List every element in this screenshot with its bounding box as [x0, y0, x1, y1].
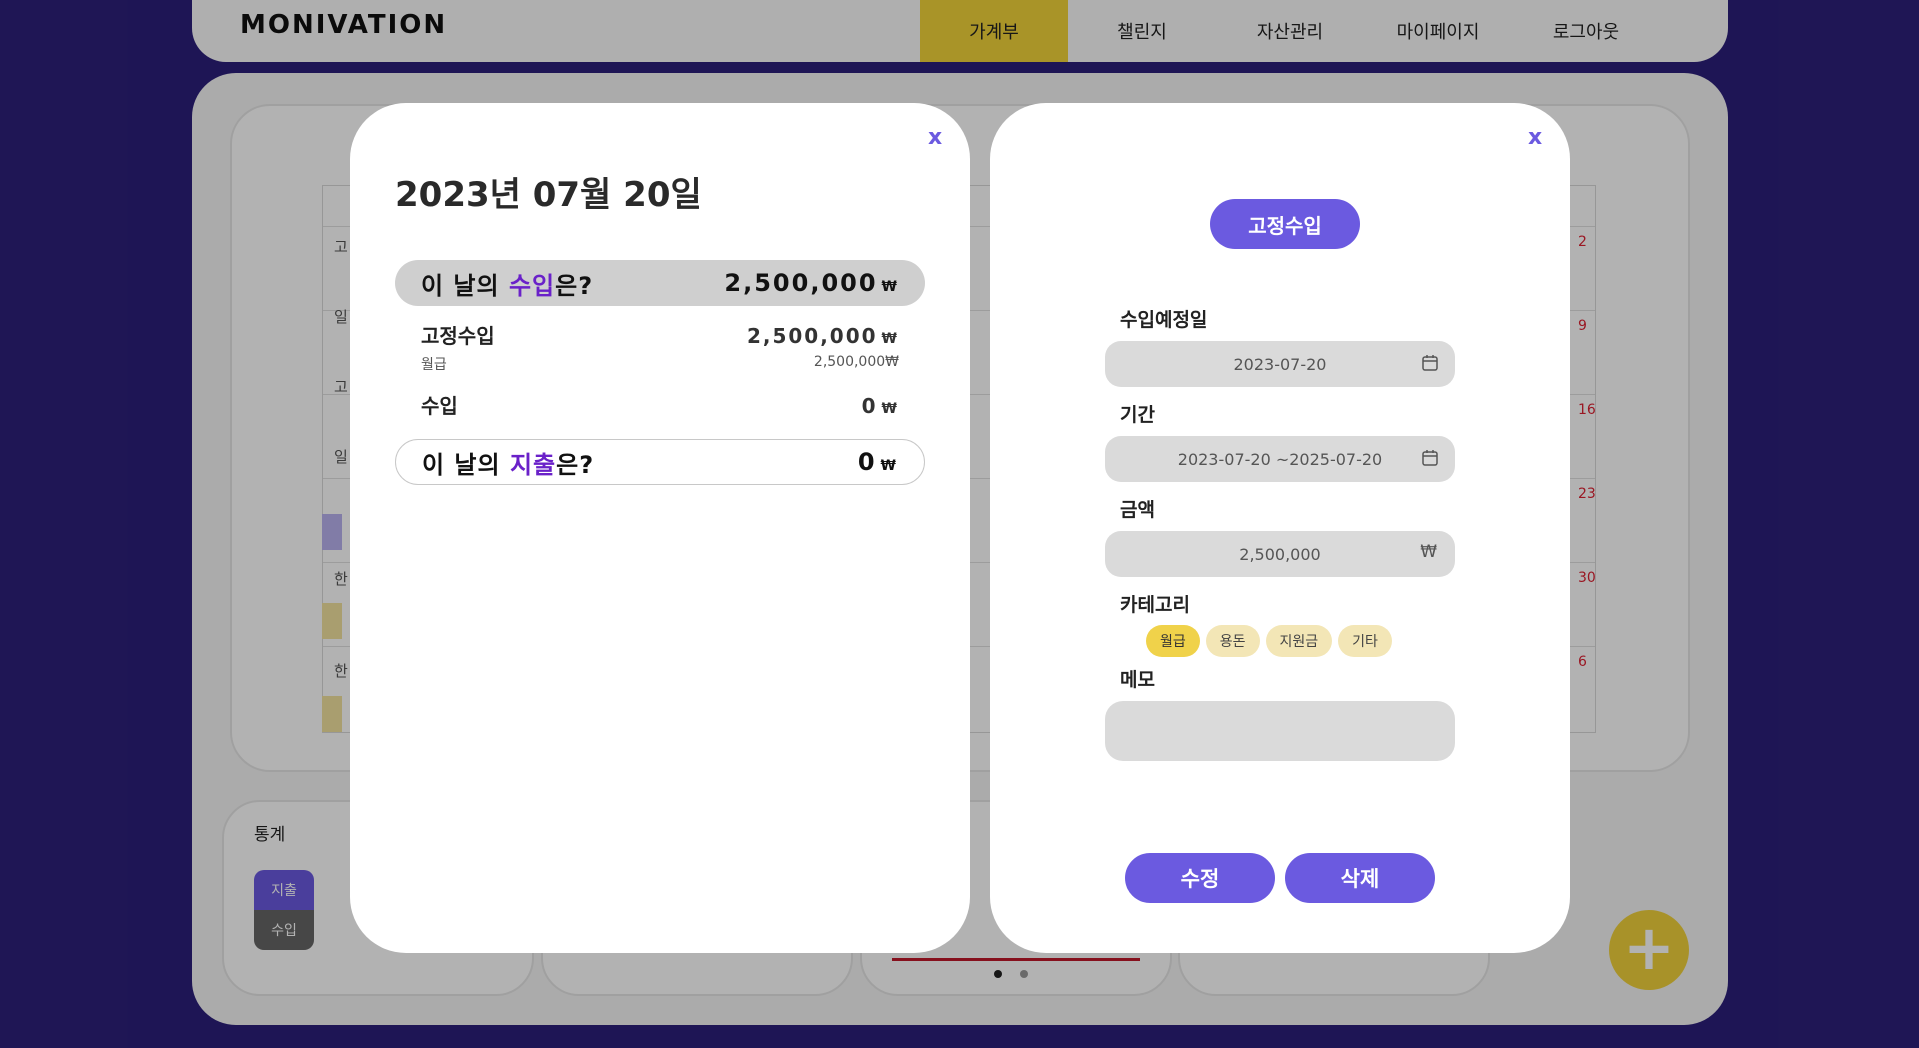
income-amount-value: 0: [861, 394, 878, 418]
day-summary-modal: x 2023년 07월 20일 이 날의 수입은? 2,500,000 ₩ 고정수…: [350, 103, 970, 953]
expense-question-highlight: 지출: [509, 450, 557, 479]
calendar-icon[interactable]: [1421, 449, 1439, 467]
edit-button[interactable]: 수정: [1125, 853, 1275, 903]
expense-question: 이 날의 지출은?: [422, 445, 594, 480]
won-sign: ₩: [881, 401, 899, 417]
income-amount: 0 ₩: [862, 394, 899, 418]
entry-type-badge: 고정수입: [1210, 199, 1360, 249]
amount-label: 금액: [1120, 499, 1155, 521]
income-question-suffix: 은?: [555, 271, 594, 300]
won-sign: ₩: [880, 458, 898, 474]
expense-summary-row: 이 날의 지출은? 0 ₩: [395, 439, 925, 485]
period-label: 기간: [1120, 404, 1155, 426]
amount-value: 2,500,000: [1239, 544, 1321, 564]
expense-question-prefix: 이 날의: [422, 450, 510, 479]
category-chip-salary[interactable]: 월급: [1146, 625, 1200, 657]
memo-field[interactable]: [1105, 701, 1455, 761]
amount-field[interactable]: 2,500,000 ₩: [1105, 531, 1455, 577]
fixed-income-amount: 2,500,000 ₩: [747, 324, 899, 348]
won-icon: ₩: [1420, 542, 1437, 562]
close-icon[interactable]: x: [928, 125, 942, 150]
income-question-prefix: 이 날의: [421, 271, 509, 300]
close-icon[interactable]: x: [1528, 125, 1542, 150]
delete-button[interactable]: 삭제: [1285, 853, 1435, 903]
income-question: 이 날의 수입은?: [421, 266, 593, 301]
selected-date-title: 2023년 07월 20일: [395, 175, 702, 215]
period-value: 2023-07-20 ~2025-07-20: [1177, 449, 1383, 469]
period-field[interactable]: 2023-07-20 ~2025-07-20: [1105, 436, 1455, 482]
income-row: 수입 0 ₩: [421, 390, 899, 419]
expense-question-suffix: 은?: [556, 450, 595, 479]
category-chip-subsidy[interactable]: 지원금: [1265, 625, 1333, 657]
category-label: 카테고리: [1120, 594, 1190, 616]
scheduled-date-value: 2023-07-20: [1233, 354, 1327, 374]
fixed-income-amount-value: 2,500,000: [746, 324, 878, 348]
won-sign: ₩: [881, 331, 899, 347]
category-chip-other[interactable]: 기타: [1338, 625, 1392, 657]
expense-total-value: 0: [857, 448, 877, 476]
income-question-highlight: 수입: [508, 271, 556, 300]
scheduled-date-label: 수입예정일: [1120, 309, 1208, 331]
edit-income-modal: x 고정수입 수입예정일 2023-07-20 기간 2023-07-20 ~2…: [990, 103, 1570, 953]
expense-total: 0 ₩: [858, 448, 898, 476]
fixed-income-item-amount: 2,500,000₩: [813, 354, 899, 370]
category-chips: 월급 용돈 지원금 기타: [1146, 625, 1392, 657]
won-sign: ₩: [881, 279, 899, 295]
fixed-income-row[interactable]: 고정수입 2,500,000 ₩: [421, 320, 899, 349]
income-summary-row: 이 날의 수입은? 2,500,000 ₩: [395, 260, 925, 306]
fixed-income-item[interactable]: 월급 2,500,000₩: [421, 354, 899, 374]
category-chip-allowance[interactable]: 용돈: [1205, 625, 1260, 657]
memo-label: 메모: [1120, 669, 1155, 691]
calendar-icon[interactable]: [1421, 354, 1439, 372]
fixed-income-label: 고정수입: [421, 324, 495, 348]
income-label: 수입: [421, 394, 458, 418]
income-total: 2,500,000 ₩: [724, 269, 899, 297]
scheduled-date-field[interactable]: 2023-07-20: [1105, 341, 1455, 387]
income-total-value: 2,500,000: [724, 269, 878, 297]
fixed-income-item-label: 월급: [421, 357, 447, 373]
